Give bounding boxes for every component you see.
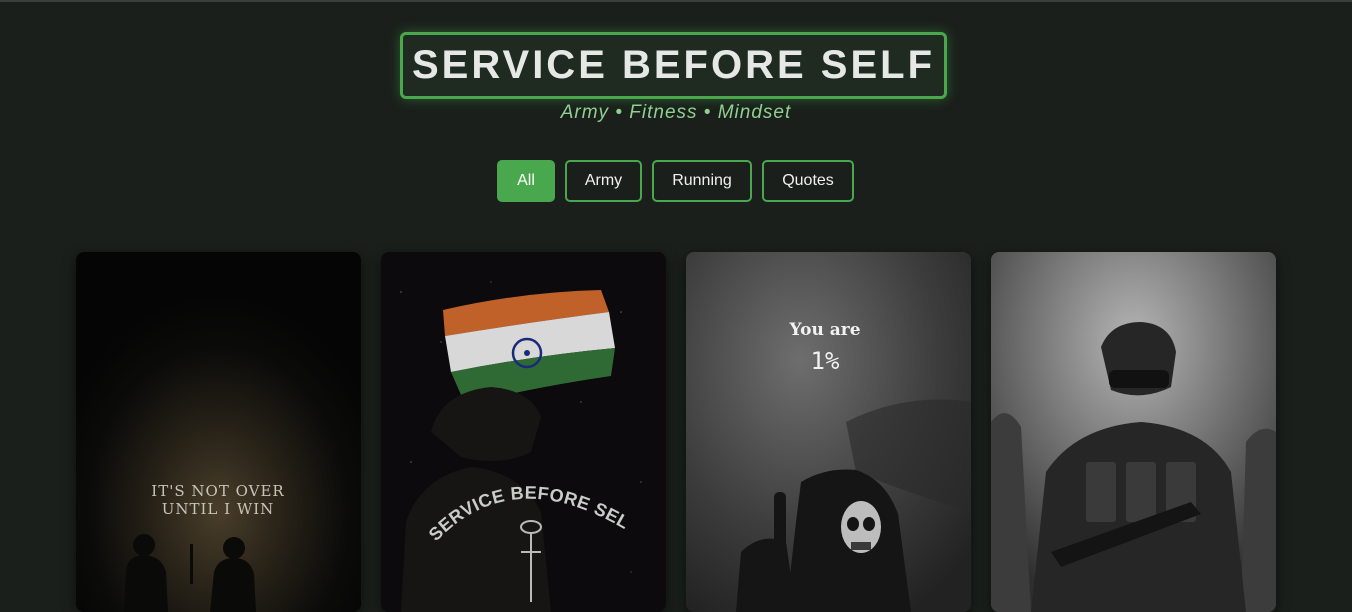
window-top-border xyxy=(0,0,1352,2)
skull-mask-image: You are 1% xyxy=(686,252,971,612)
site-subtitle: Army • Fitness • Mindset xyxy=(560,102,792,123)
card-percent-text: 1% xyxy=(811,347,840,375)
site-title-box: SERVICE BEFORE SELF xyxy=(400,32,947,99)
gallery-card-service-before-self[interactable]: SERVICE BEFORE SELF xyxy=(381,252,666,612)
soldier-flag-image: SERVICE BEFORE SELF xyxy=(381,252,666,612)
card-you-are-text: You are xyxy=(788,320,860,340)
filter-running-button[interactable]: Running xyxy=(652,160,752,202)
filter-army-button[interactable]: Army xyxy=(565,160,642,202)
gallery-card-motivation[interactable]: IT'S NOT OVER UNTIL I WIN xyxy=(76,252,361,612)
card-quote-line1: IT'S NOT OVER xyxy=(151,482,284,500)
filter-quotes-button[interactable]: Quotes xyxy=(762,160,854,202)
card-quote-line2: UNTIL I WIN xyxy=(162,500,275,518)
gallery-card-special-forces[interactable] xyxy=(991,252,1276,612)
gallery-card-one-percent[interactable]: You are 1% xyxy=(686,252,971,612)
filter-all-button[interactable]: All xyxy=(497,160,555,202)
category-filter-bar: All Army Running Quotes xyxy=(497,160,854,202)
site-title: SERVICE BEFORE SELF xyxy=(411,43,935,87)
soldiers-silhouette-image: IT'S NOT OVER UNTIL I WIN xyxy=(76,252,361,612)
special-forces-image xyxy=(991,252,1276,612)
